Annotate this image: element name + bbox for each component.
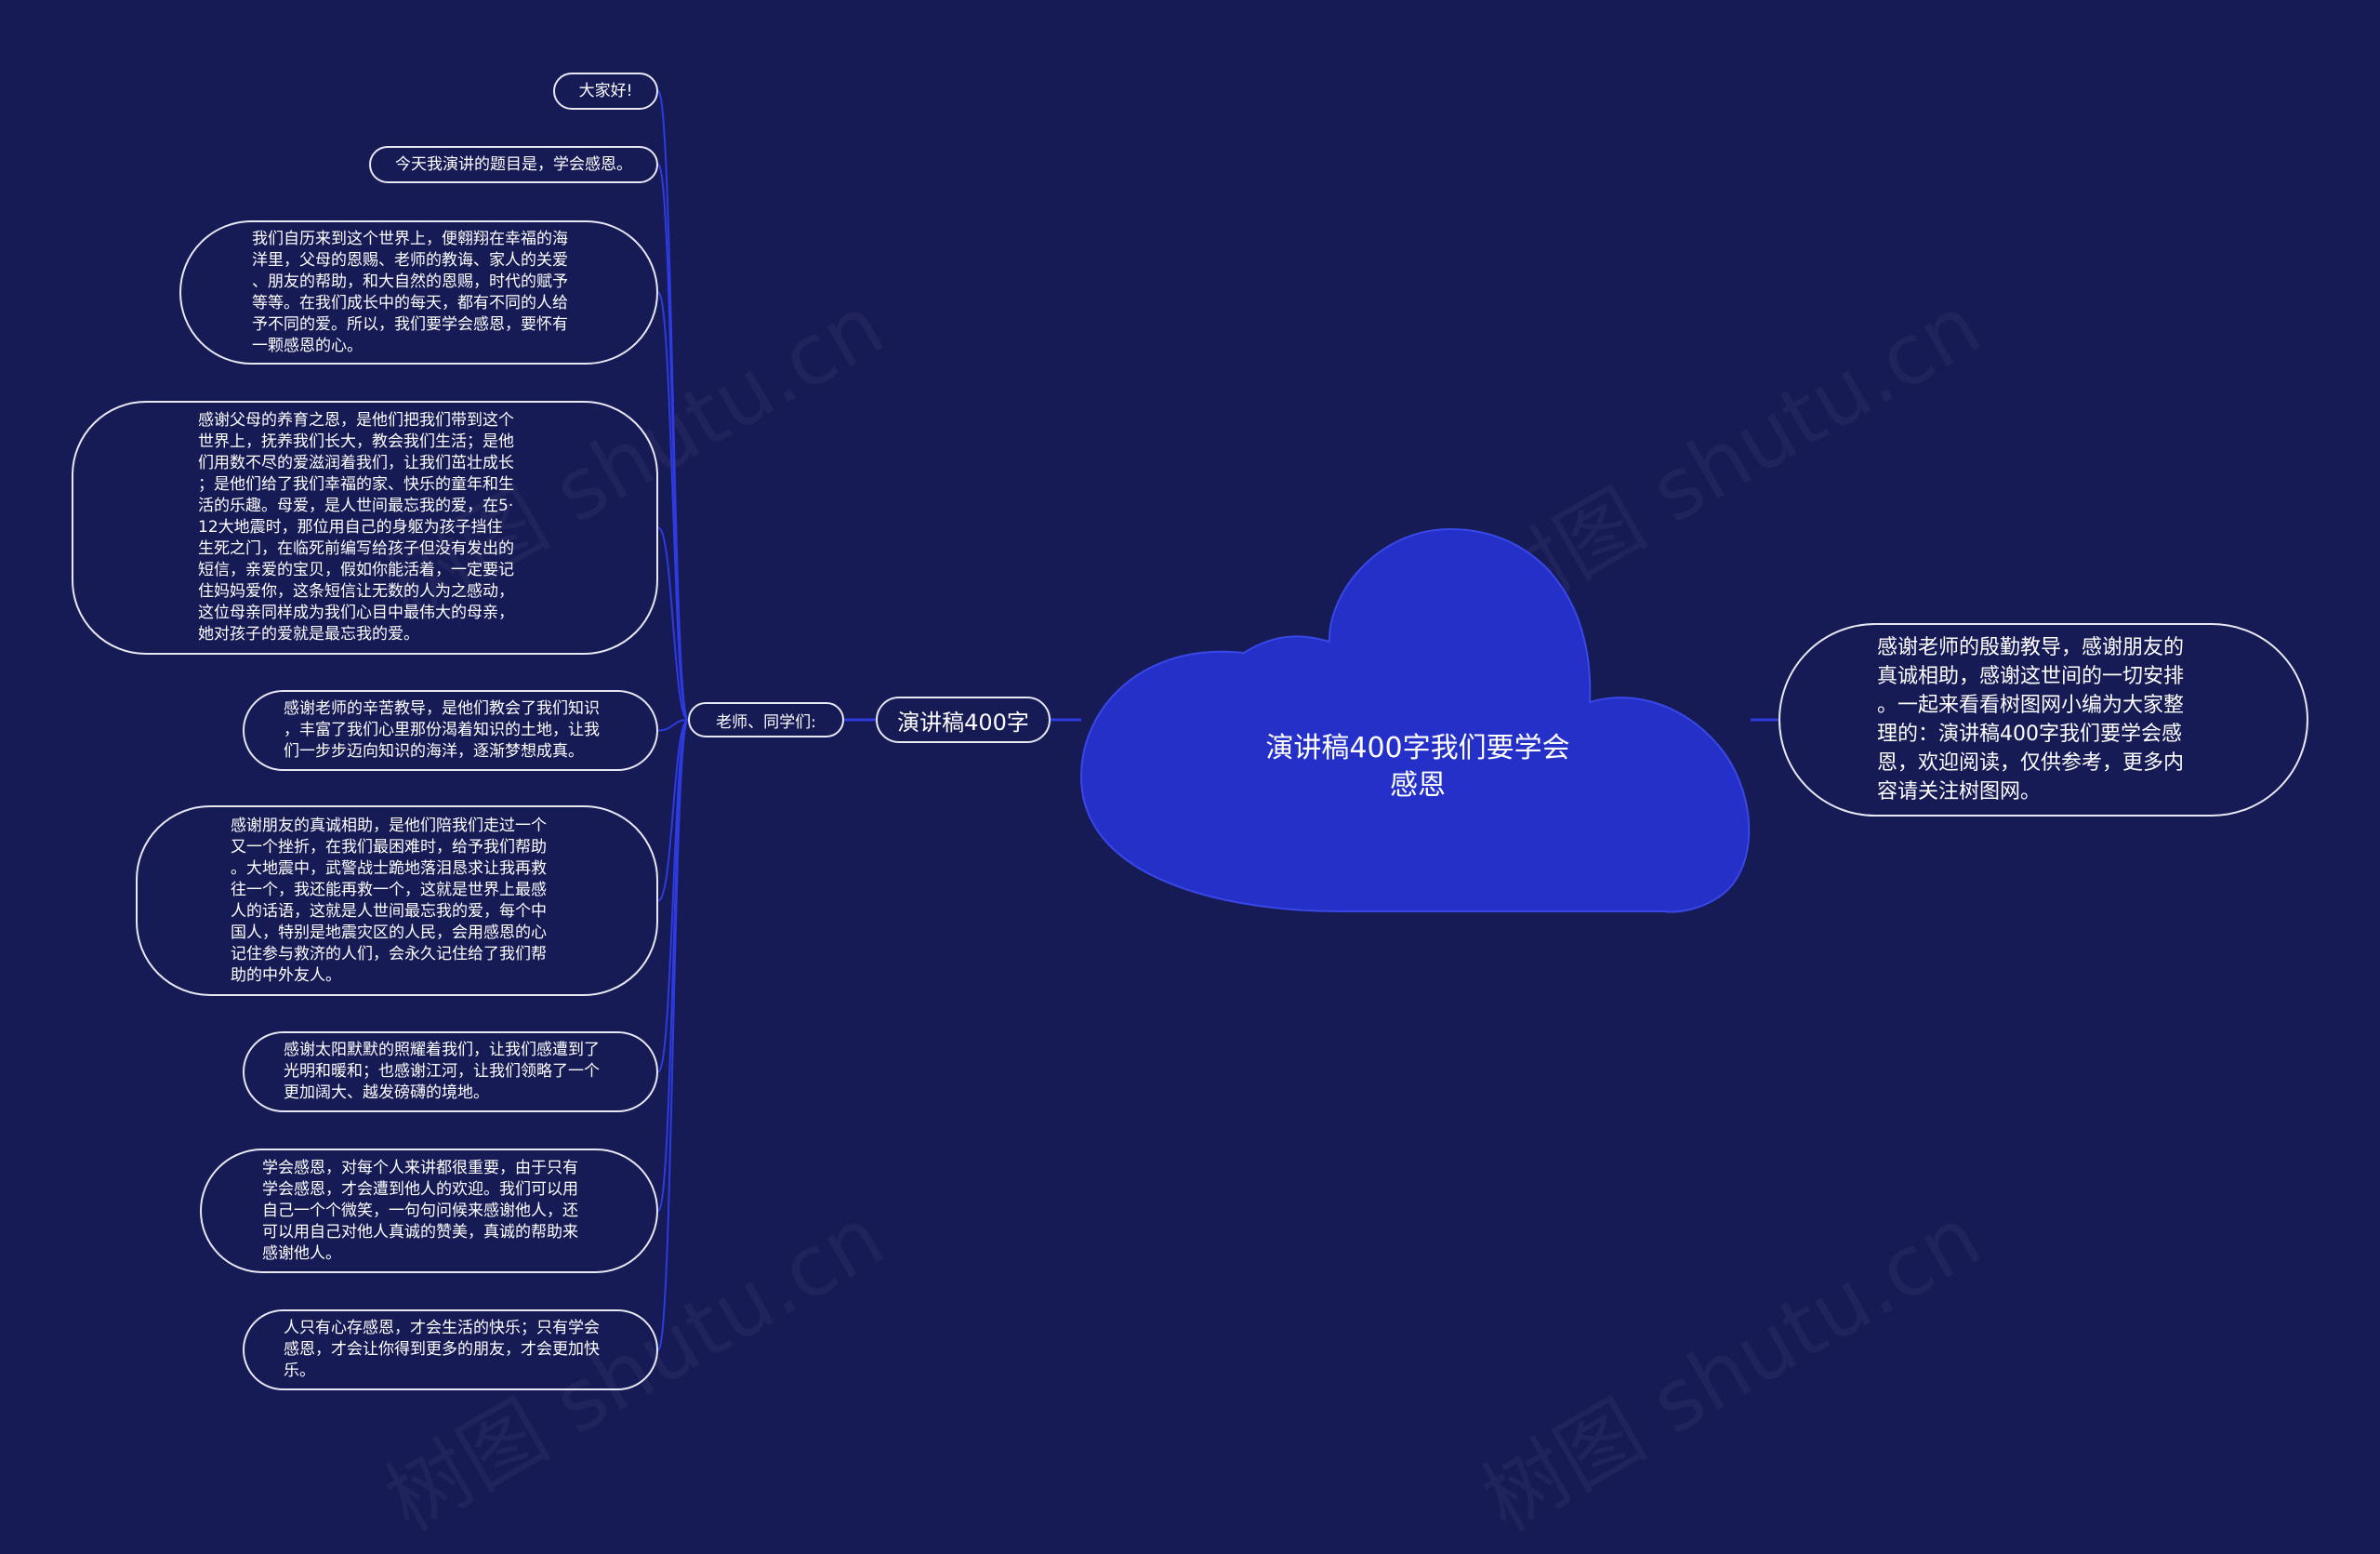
leaf-node-friends[interactable]: 感谢朋友的真诚相助，是他们陪我们走过一个 又一个挫折，在我们最困难时，给予我们帮… [136,805,658,996]
mind-map-canvas: 树图 shutu.cn 树图 shutu.cn 树图 shutu.cn 树图 s… [0,0,2380,1550]
leaf-text: 大家好! [578,81,633,100]
leaf-text: 感谢父母的养育之恩，是他们把我们带到这个 世界上，抚养我们长大，教会我们生活；是… [198,411,514,644]
root-cloud-shape [1079,527,1751,913]
connector-sub-to-leaf [657,719,689,1212]
connector-sub-to-leaf [657,164,689,721]
root-topic-label[interactable]: 演讲稿400字我们要学会 感恩 [1236,730,1599,804]
leaf-text: 学会感恩，对每个人来讲都很重要，由于只有 学会感恩，才会遭到他人的欢迎。我们可以… [262,1158,578,1263]
leaf-node-happiness[interactable]: 人只有心存感恩，才会生活的快乐；只有学会 感恩，才会让你得到更多的朋友，才会更加… [243,1309,658,1390]
sub-branch-label: 老师、同学们: [716,712,816,732]
sub-branch-node[interactable]: 老师、同学们: [688,702,844,737]
branch-topic-node[interactable]: 演讲稿400字 [876,697,1051,743]
leaf-text: 今天我演讲的题目是，学会感恩。 [395,154,632,174]
leaf-text: 人只有心存感恩，才会生活的快乐；只有学会 感恩，才会让你得到更多的朋友，才会更加… [284,1319,600,1380]
leaf-text: 感谢太阳默默的照耀着我们，让我们感遭到了 光明和暖和；也感谢江河，让我们领略了一… [284,1041,600,1102]
leaf-text: 感谢朋友的真诚相助，是他们陪我们走过一个 又一个挫折，在我们最困难时，给予我们帮… [231,816,547,985]
leaf-node-learn-gratitude[interactable]: 学会感恩，对每个人来讲都很重要，由于只有 学会感恩，才会遭到他人的欢迎。我们可以… [200,1149,658,1273]
summary-note-node[interactable]: 感谢老师的殷勤教导，感谢朋友的 真诚相助，感谢这世间的一切安排 。一起来看看树图… [1778,623,2308,817]
branch-topic-label: 演讲稿400字 [897,709,1029,736]
leaf-text: 感谢老师的辛苦教导，是他们教会了我们知识 ，丰富了我们心里那份渴着知识的土地，让… [284,699,600,761]
leaf-node-teachers[interactable]: 感谢老师的辛苦教导，是他们教会了我们知识 ，丰富了我们心里那份渴着知识的土地，让… [243,690,658,771]
leaf-text: 我们自历来到这个世界上，便翱翔在幸福的海 洋里，父母的恩赐、老师的教诲、家人的关… [252,229,568,355]
summary-note-text: 感谢老师的殷勤教导，感谢朋友的 真诚相助，感谢这世间的一切安排 。一起来看看树图… [1877,636,2185,804]
leaf-node-topic[interactable]: 今天我演讲的题目是，学会感恩。 [369,146,658,183]
leaf-node-introduction[interactable]: 我们自历来到这个世界上，便翱翔在幸福的海 洋里，父母的恩赐、老师的教诲、家人的关… [179,220,658,365]
leaf-node-nature[interactable]: 感谢太阳默默的照耀着我们，让我们感遭到了 光明和暖和；也感谢江河，让我们领略了一… [243,1031,658,1112]
leaf-node-greeting[interactable]: 大家好! [553,73,658,110]
leaf-node-parents[interactable]: 感谢父母的养育之恩，是他们把我们带到这个 世界上，抚养我们长大，教会我们生活；是… [72,401,658,655]
connector-sub-to-leaf [657,291,689,721]
